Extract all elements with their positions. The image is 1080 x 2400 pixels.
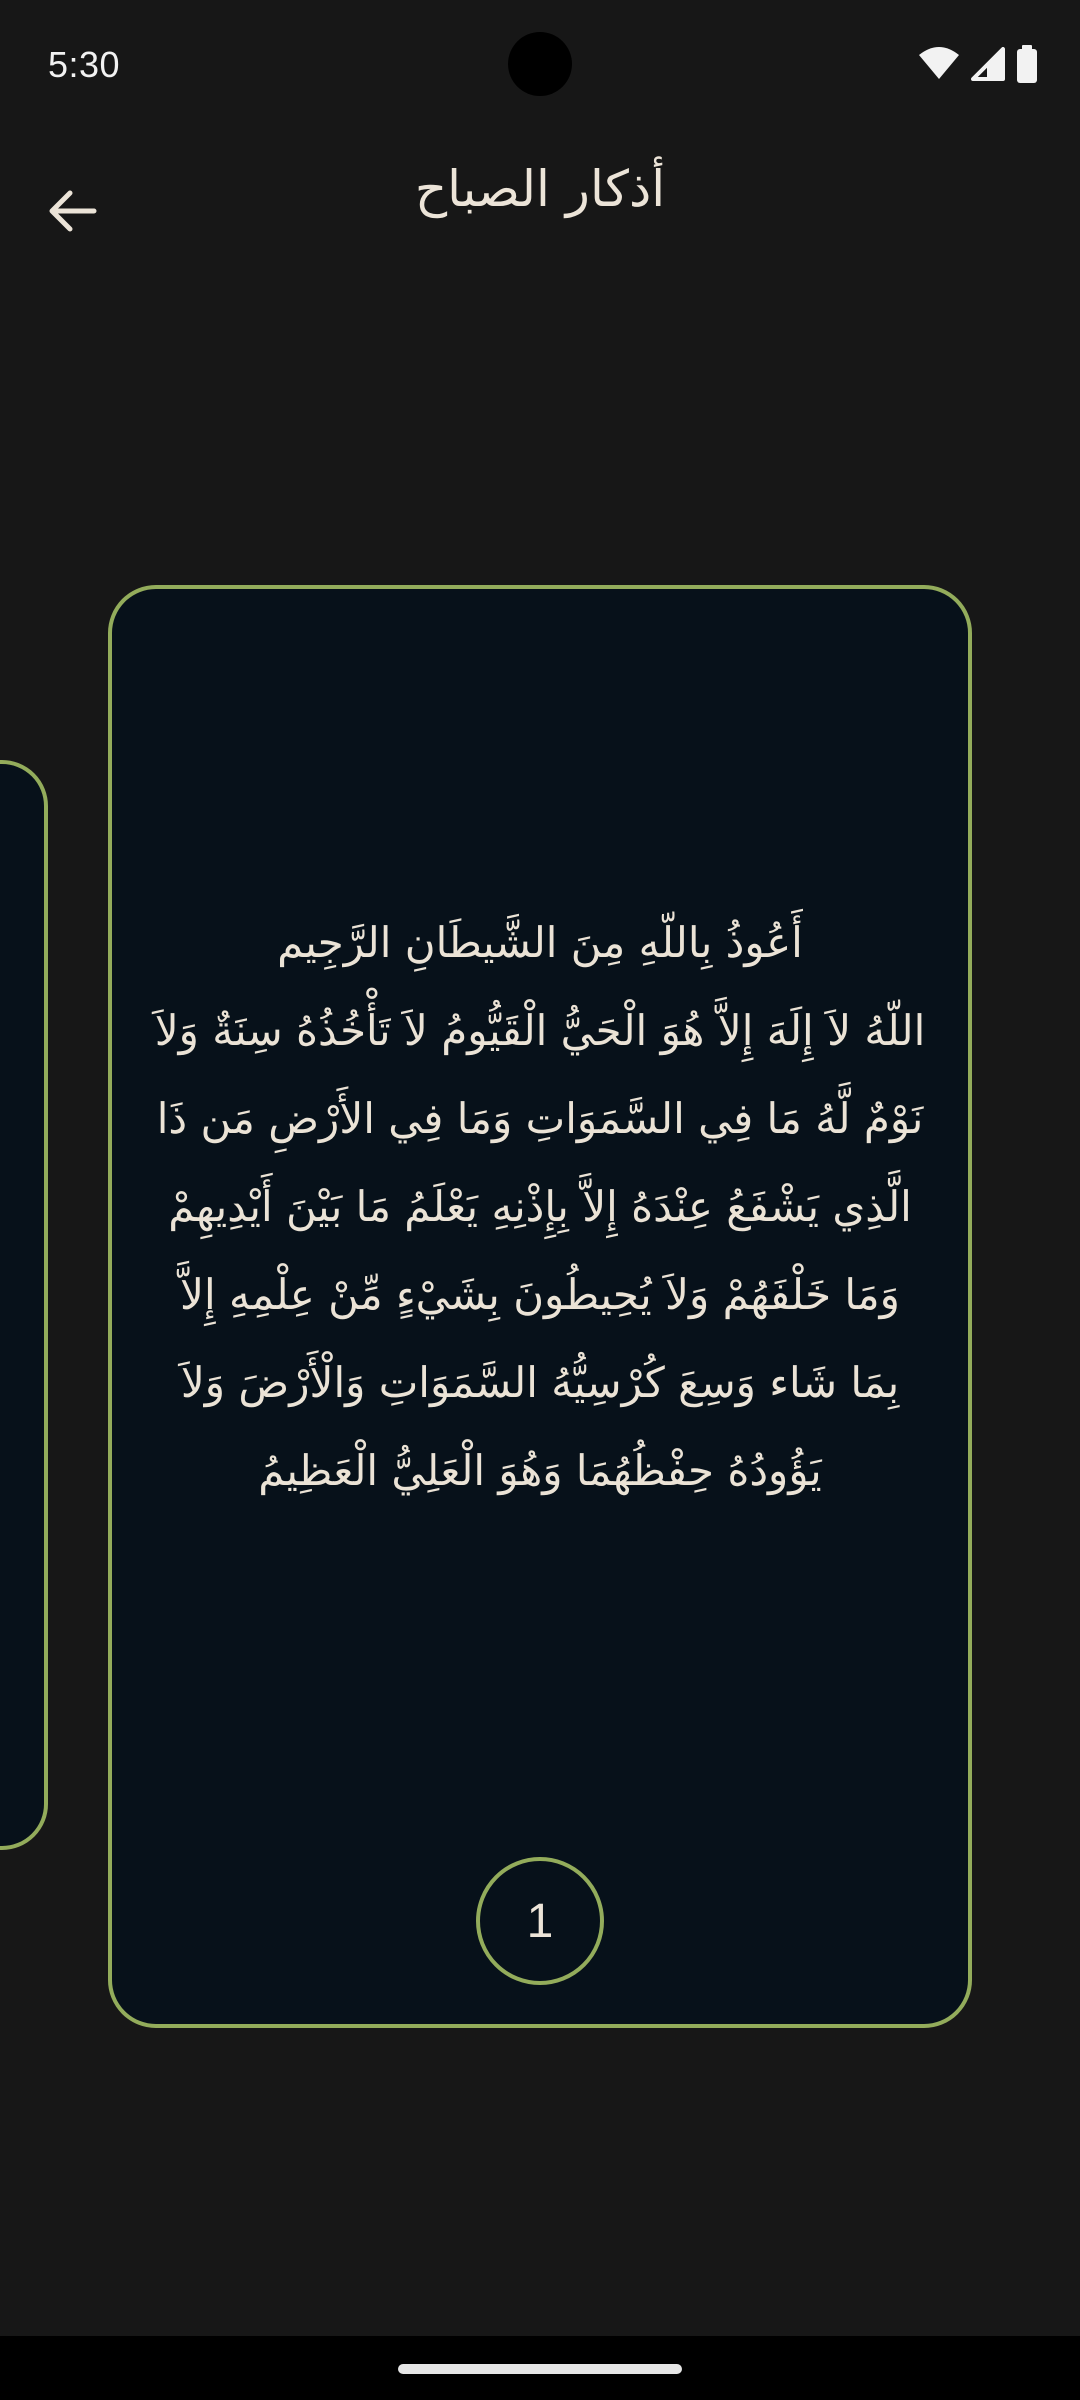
status-icons xyxy=(918,44,1038,88)
wifi-icon xyxy=(918,47,960,85)
cellular-signal-icon xyxy=(970,47,1006,85)
counter-button[interactable]: 1 xyxy=(476,1857,604,1985)
dhikr-text: أَعُوذُ بِاللّهِ مِنَ الشَّيطَانِ الرَّج… xyxy=(152,589,928,1824)
battery-icon xyxy=(1016,45,1038,87)
navigation-bar xyxy=(0,2336,1080,2400)
previous-dhikr-card[interactable] xyxy=(0,760,48,1850)
camera-cutout xyxy=(508,32,572,96)
status-bar: 5:30 xyxy=(0,0,1080,130)
page-title: أذكار الصباح xyxy=(414,160,666,218)
back-button[interactable] xyxy=(30,170,116,256)
dhikr-card[interactable]: أَعُوذُ بِاللّهِ مِنَ الشَّيطَانِ الرَّج… xyxy=(108,585,972,2028)
counter-value: 1 xyxy=(526,1894,554,1948)
arrow-back-icon xyxy=(48,189,98,237)
screen: 5:30 أذكار الصباح أَعُوذُ بِاللّهِ مِنَ … xyxy=(0,0,1080,2400)
status-time: 5:30 xyxy=(48,44,121,85)
app-bar: أذكار الصباح xyxy=(0,140,1080,270)
home-indicator[interactable] xyxy=(398,2364,682,2374)
dhikr-text-content: أَعُوذُ بِاللّهِ مِنَ الشَّيطَانِ الرَّج… xyxy=(154,917,926,1495)
